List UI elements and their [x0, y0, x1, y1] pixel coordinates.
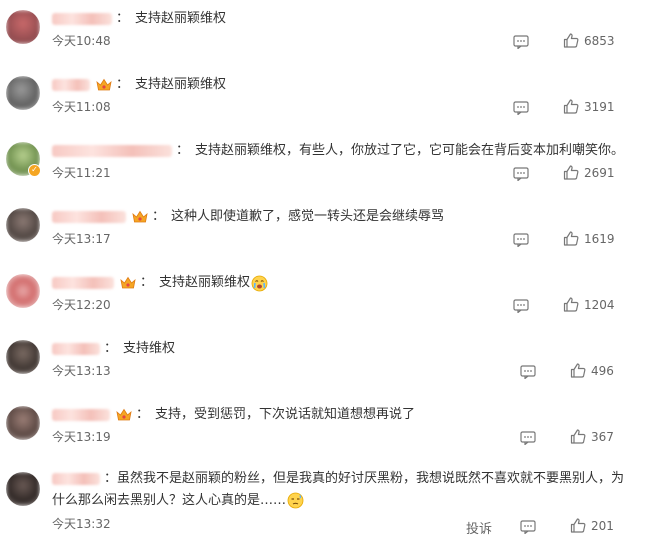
avatar[interactable]: [6, 340, 40, 374]
separator: ：: [104, 471, 118, 486]
comment-text: 支持赵丽颖维权: [159, 275, 251, 290]
comment-icon[interactable]: [513, 100, 529, 116]
like-button[interactable]: 3191: [563, 99, 615, 114]
timestamp: 今天13:17: [52, 232, 111, 246]
report-link[interactable]: 投诉: [466, 518, 492, 537]
comment-icon[interactable]: [513, 232, 529, 248]
like-count: 1619: [584, 231, 615, 246]
comment-icon[interactable]: [513, 34, 529, 50]
comment-icon[interactable]: [520, 519, 536, 535]
username[interactable]: [52, 343, 100, 355]
thumbs-up-icon: [563, 231, 579, 246]
comment-text: 支持，受到惩罚，下次说话就知道想想再说了: [155, 407, 416, 422]
comment-item: ： 支持维权 今天13:13 496: [0, 330, 650, 396]
comment-item: ✓ ： 支持赵丽颖维权，有些人，你放过了它，它可能会在背后变本加利嘲笑你。 今天…: [0, 132, 650, 198]
crown-badge-icon: [116, 408, 132, 422]
separator: ：: [152, 209, 166, 224]
crying-emoji-icon: [251, 275, 268, 292]
avatar[interactable]: [6, 10, 40, 44]
avatar[interactable]: [6, 208, 40, 242]
separator: ：: [140, 275, 154, 290]
avatar[interactable]: [6, 472, 40, 506]
thumbs-up-icon: [570, 363, 586, 378]
username[interactable]: [52, 145, 172, 157]
thumbs-up-icon: [570, 518, 586, 533]
comment-icon[interactable]: [513, 166, 529, 182]
comment-icon[interactable]: [520, 364, 536, 380]
username[interactable]: [52, 79, 90, 91]
comment-item: ： 支持赵丽颖维权 今天11:08 3191: [0, 66, 650, 132]
comment-icon[interactable]: [513, 298, 529, 314]
separator: ：: [176, 143, 190, 158]
crown-badge-icon: [132, 210, 148, 224]
thumbs-up-icon: [563, 165, 579, 180]
comment-text: 支持维权: [123, 341, 176, 356]
like-count: 6853: [584, 33, 615, 48]
comment-item: ： 这种人即使道歉了，感觉一转头还是会继续辱骂 今天13:17 1619: [0, 198, 650, 264]
like-count: 496: [591, 363, 614, 378]
comment-item: ： 支持赵丽颖维权 今天12:20 1204: [0, 264, 650, 330]
like-count: 1204: [584, 297, 615, 312]
thumbs-up-icon: [570, 429, 586, 444]
like-count: 367: [591, 429, 614, 444]
separator: ：: [116, 11, 130, 26]
like-button[interactable]: 496: [570, 363, 614, 378]
comment-item: ： 支持赵丽颖维权 今天10:48 6853: [0, 0, 650, 66]
like-count: 201: [591, 518, 614, 533]
timestamp: 今天11:21: [52, 166, 111, 180]
crown-badge-icon: [96, 78, 112, 92]
comment-icon[interactable]: [520, 430, 536, 446]
like-button[interactable]: 6853: [563, 33, 615, 48]
avatar[interactable]: [6, 76, 40, 110]
timestamp: 今天13:32: [52, 517, 111, 531]
username[interactable]: [52, 13, 112, 25]
thumbs-up-icon: [563, 33, 579, 48]
avatar[interactable]: [6, 406, 40, 440]
timestamp: 今天10:48: [52, 34, 111, 48]
comment-text-block: ：虽然我不是赵丽颖的粉丝，但是我真的好讨厌黑粉，我想说既然不喜欢就不要黑别人，为…: [52, 468, 632, 512]
like-button[interactable]: 367: [570, 429, 614, 444]
like-button[interactable]: 1619: [563, 231, 615, 246]
separator: ：: [104, 341, 118, 356]
like-button[interactable]: 201: [570, 518, 614, 533]
like-count: 3191: [584, 99, 615, 114]
verified-badge-icon: ✓: [28, 164, 41, 177]
comment-item: ： 支持，受到惩罚，下次说话就知道想想再说了 今天13:19 367: [0, 396, 650, 462]
username[interactable]: [52, 472, 100, 485]
sweat-emoji-icon: [287, 492, 304, 509]
comment-list: ： 支持赵丽颖维权 今天10:48 6853 ： 支持赵丽颖维权 今天11:08: [0, 0, 650, 545]
username[interactable]: [52, 277, 114, 289]
thumbs-up-icon: [563, 99, 579, 114]
like-count: 2691: [584, 165, 615, 180]
thumbs-up-icon: [563, 297, 579, 312]
comment-text: 支持赵丽颖维权，有些人，你放过了它，它可能会在背后变本加利嘲笑你。: [195, 143, 625, 158]
comment-text: 这种人即使道歉了，感觉一转头还是会继续辱骂: [171, 209, 445, 224]
separator: ：: [116, 77, 130, 92]
avatar[interactable]: [6, 274, 40, 308]
username[interactable]: [52, 409, 110, 421]
timestamp: 今天11:08: [52, 100, 111, 114]
comment-text: 支持赵丽颖维权: [135, 77, 227, 92]
crown-badge-icon: [120, 276, 136, 290]
timestamp: 今天13:13: [52, 364, 111, 378]
username[interactable]: [52, 211, 126, 223]
timestamp: 今天12:20: [52, 298, 111, 312]
comment-text: 支持赵丽颖维权: [135, 11, 227, 26]
like-button[interactable]: 2691: [563, 165, 615, 180]
comment-text: 虽然我不是赵丽颖的粉丝，但是我真的好讨厌黑粉，我想说既然不喜欢就不要黑别人，为什…: [52, 471, 625, 508]
timestamp: 今天13:19: [52, 430, 111, 444]
like-button[interactable]: 1204: [563, 297, 615, 312]
separator: ：: [136, 407, 150, 422]
